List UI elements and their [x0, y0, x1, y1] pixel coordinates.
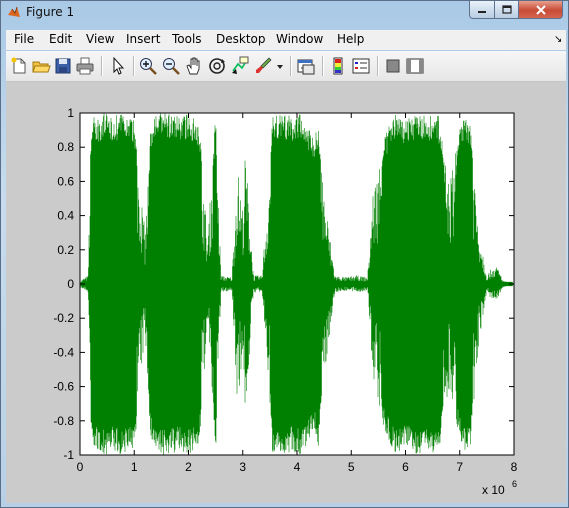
menu-bar: File Edit View Insert Tools Desktop Wind…: [6, 30, 566, 50]
x-tick-label: 8: [511, 460, 518, 474]
toolbar-separator: [101, 56, 103, 76]
minimize-icon: [478, 10, 486, 13]
menu-window[interactable]: Window: [276, 32, 323, 46]
x-tick-label: 6: [402, 460, 409, 474]
figure-window: Figure 1 File Edit View Insert Tools Des…: [0, 0, 569, 508]
window-title: Figure 1: [26, 5, 75, 19]
y-tick-label: 0.4: [57, 209, 74, 223]
print-icon[interactable]: [75, 56, 95, 76]
x-exponent-power: 6: [512, 479, 517, 489]
show-plot-tools-icon[interactable]: [405, 56, 425, 76]
minimize-button[interactable]: [469, 1, 495, 19]
y-tick-label: -0.6: [53, 380, 74, 394]
menu-insert[interactable]: Insert: [126, 32, 160, 46]
toolbar-separator: [290, 56, 292, 76]
save-icon[interactable]: [53, 56, 73, 76]
menu-view[interactable]: View: [86, 32, 114, 46]
menu-edit[interactable]: Edit: [49, 32, 72, 46]
toolbar-separator: [322, 56, 324, 76]
waveform-chart[interactable]: 0 1 2 3 4 5 6 7 8 1 0.8 0.6 0.4 0.2 0 -0.2 -0.4 -0.6 -0.8 -…: [6, 82, 566, 503]
y-tick-label: -0.4: [53, 345, 74, 359]
zoom-out-icon[interactable]: [161, 56, 181, 76]
y-tick-label: -1: [63, 448, 74, 462]
dock-arrow-icon[interactable]: ↘: [554, 34, 562, 45]
menu-desktop[interactable]: Desktop: [216, 32, 266, 46]
close-icon: [535, 4, 546, 15]
x-tick-label: 4: [294, 460, 301, 474]
menu-help[interactable]: Help: [337, 32, 364, 46]
open-file-icon[interactable]: [31, 56, 51, 76]
x-tick-label: 7: [456, 460, 463, 474]
figure-canvas: 0 1 2 3 4 5 6 7 8 1 0.8 0.6 0.4 0.2 0 -0.2 -0.4 -0.6 -0.8 -…: [6, 82, 566, 503]
legend-icon[interactable]: [351, 56, 371, 76]
maximize-icon: [501, 5, 512, 14]
colorbar-icon[interactable]: [328, 56, 348, 76]
y-tick-label: 0: [67, 277, 74, 291]
rotate-3d-icon[interactable]: [207, 56, 227, 76]
x-exponent-label: x 10: [482, 483, 505, 497]
y-tick-label: -0.8: [53, 414, 74, 428]
hide-plot-tools-icon[interactable]: [383, 56, 403, 76]
figure-toolbar: [6, 51, 566, 82]
brush-dropdown-icon[interactable]: [275, 56, 285, 76]
x-tick-label: 2: [185, 460, 192, 474]
toolbar-separator: [377, 56, 379, 76]
y-tick-label: 0.8: [57, 140, 74, 154]
x-tick-label: 3: [239, 460, 246, 474]
x-tick-label: 0: [77, 460, 84, 474]
select-arrow-icon[interactable]: [108, 56, 128, 76]
data-cursor-icon[interactable]: [230, 56, 250, 76]
close-button[interactable]: [518, 1, 563, 19]
x-tick-label: 1: [131, 460, 138, 474]
zoom-in-icon[interactable]: [138, 56, 158, 76]
link-plot-icon[interactable]: [296, 56, 316, 76]
new-figure-icon[interactable]: [9, 56, 29, 76]
menu-file[interactable]: File: [14, 32, 34, 46]
y-tick-label: 1: [67, 106, 74, 120]
x-tick-label: 5: [348, 460, 355, 474]
title-bar[interactable]: Figure 1: [1, 1, 568, 23]
y-tick-label: -0.2: [53, 311, 74, 325]
pan-hand-icon[interactable]: [184, 56, 204, 76]
y-tick-label: 0.6: [57, 174, 74, 188]
menu-tools[interactable]: Tools: [172, 32, 202, 46]
brush-icon[interactable]: [253, 56, 273, 76]
maximize-button[interactable]: [494, 1, 519, 19]
y-tick-label: 0.2: [57, 243, 74, 257]
toolbar-separator: [133, 56, 135, 76]
matlab-logo-icon: [8, 6, 20, 17]
